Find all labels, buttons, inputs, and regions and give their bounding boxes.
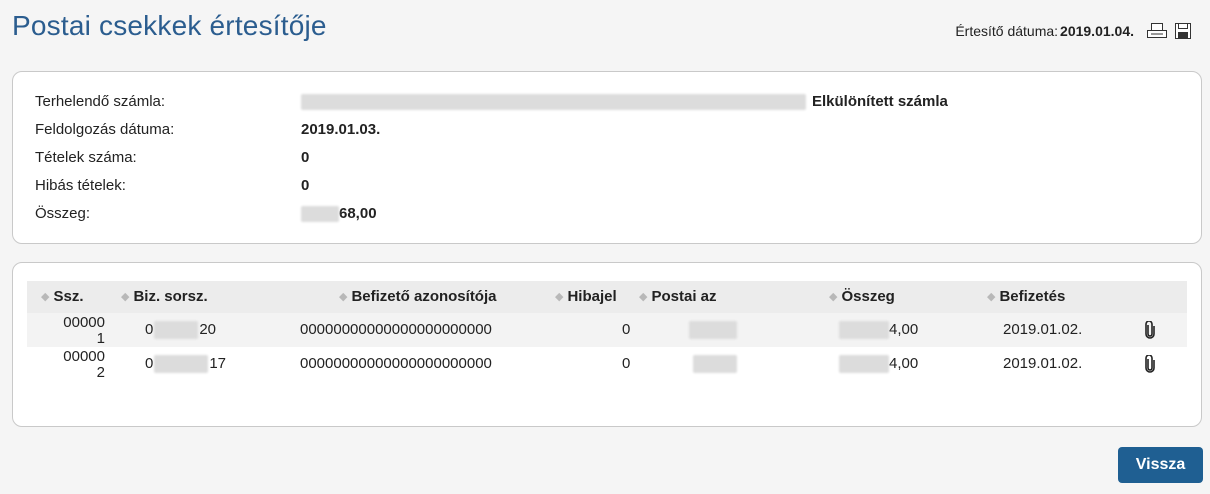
processing-label: Feldolgozás dátuma: <box>35 121 175 138</box>
sort-icon: ◆ <box>339 291 348 303</box>
sort-icon: ◆ <box>121 291 130 303</box>
summary-card: Terhelendő számla: Elkülönített számla F… <box>12 71 1202 244</box>
amount-label: Összeg: <box>35 205 91 222</box>
col-befizetes-header[interactable]: ◆ Befizetés <box>987 281 1065 313</box>
redacted-amount <box>301 206 339 223</box>
col-befizeto-header[interactable]: ◆ Befizető azonosítója <box>339 281 496 313</box>
items-card: ◆ Ssz. ◆ Biz. sorsz. ◆ Befizető azonosítója… <box>12 262 1202 427</box>
sort-icon: ◆ <box>987 291 996 303</box>
sort-icon: ◆ <box>639 291 648 303</box>
redacted-postai <box>693 355 737 374</box>
sort-icon: ◆ <box>41 291 50 303</box>
row-datum: 2019.01.02. <box>1003 355 1083 372</box>
row-biz: 0 20 <box>145 321 217 340</box>
errors-value: 0 <box>301 177 310 194</box>
redacted-osszeg <box>839 321 889 340</box>
notice-date: Értesítő dátuma: 2019.01.04. <box>955 22 1194 40</box>
back-button[interactable]: Vissza <box>1118 447 1203 483</box>
redacted-postai <box>689 321 737 340</box>
account-label: Terhelendő számla: <box>35 93 166 110</box>
col-postai-header[interactable]: ◆ Postai az <box>639 281 725 313</box>
notice-date-label: Értesítő dátuma: <box>955 23 1059 39</box>
row-osszeg: 4,00 <box>839 355 918 374</box>
table-row[interactable]: 00000 2 0 17 00000000000000000000000 0 4,0… <box>27 347 1187 381</box>
col-hibajel-header[interactable]: ◆ Hibajel <box>555 281 639 313</box>
col-osszeg-header[interactable]: ◆ Összeg <box>829 281 895 313</box>
sort-icon: ◆ <box>829 291 838 303</box>
row-biz: 0 17 <box>145 355 227 374</box>
table-row[interactable]: 00000 1 0 20 00000000000000000000000 0 4,0… <box>27 313 1187 347</box>
row-hibajel: 0 <box>622 355 631 372</box>
redacted-osszeg <box>839 355 889 374</box>
redacted-biz <box>154 355 209 374</box>
items-value: 0 <box>301 149 310 166</box>
errors-label: Hibás tételek: <box>35 177 126 194</box>
print-icon[interactable] <box>1146 22 1168 40</box>
attachment-icon[interactable] <box>1145 354 1155 378</box>
items-label: Tételek száma: <box>35 149 137 166</box>
row-datum: 2019.01.02. <box>1003 321 1083 338</box>
col-ssz-header[interactable]: ◆ Ssz. <box>41 281 83 313</box>
row-ssz: 00000 2 <box>63 348 105 381</box>
save-icon[interactable] <box>1172 22 1194 40</box>
page-title: Postai csekkek értesítője <box>12 10 327 41</box>
processing-value: 2019.01.03. <box>301 121 381 138</box>
account-value: Elkülönített számla <box>301 92 948 112</box>
row-befizeto: 00000000000000000000000 <box>300 355 492 372</box>
redacted-biz <box>154 321 199 340</box>
sort-icon: ◆ <box>555 291 564 303</box>
row-hibajel: 0 <box>622 321 631 338</box>
row-ssz: 00000 1 <box>63 314 105 347</box>
row-osszeg: 4,00 <box>839 321 918 340</box>
account-type: Elkülönített számla <box>812 93 948 110</box>
amount-value: 68,00 <box>301 204 377 224</box>
redacted-account <box>301 94 806 111</box>
notice-date-value: 2019.01.04. <box>1060 23 1134 39</box>
row-postai <box>693 355 737 374</box>
attachment-icon[interactable] <box>1145 320 1155 344</box>
table-header: ◆ Ssz. ◆ Biz. sorsz. ◆ Befizető azonosítója… <box>27 281 1187 313</box>
row-postai <box>689 321 737 340</box>
row-befizeto: 00000000000000000000000 <box>300 321 492 338</box>
col-biz-header[interactable]: ◆ Biz. sorsz. <box>121 281 208 313</box>
